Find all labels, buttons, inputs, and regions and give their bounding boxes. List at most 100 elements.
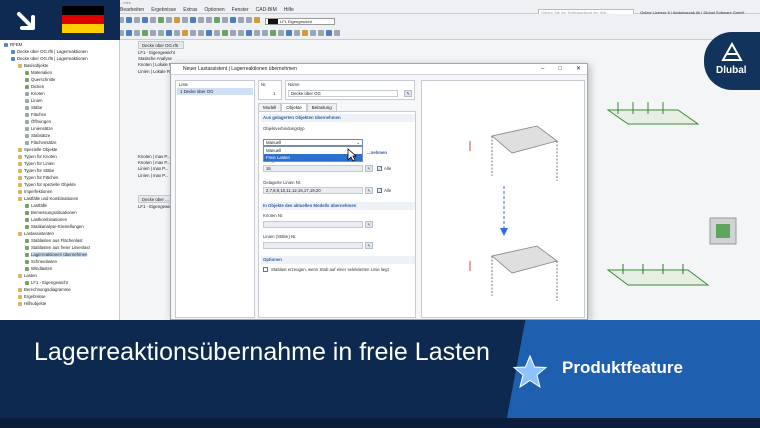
menu-extras[interactable]: Extras <box>183 7 197 13</box>
navigator-item[interactable]: Basisobjekte <box>18 63 48 68</box>
toolbar-button[interactable] <box>126 30 132 36</box>
navigator-item[interactable]: Lastkombinationen <box>25 217 67 222</box>
nodes-field[interactable]: 16 <box>263 165 363 172</box>
navigator-item[interactable]: Decke über OG.rf6 | Lagerreaktionen <box>11 56 88 61</box>
toolbar-button[interactable] <box>142 17 148 23</box>
toolbar-button[interactable] <box>174 30 180 36</box>
loadcase-select[interactable]: LF1 Eigengewicht <box>265 18 335 25</box>
navigator-item[interactable]: Spezielle Objekte <box>18 147 57 152</box>
menu-cad-bim[interactable]: CAD-BIM <box>256 7 277 13</box>
navigator-item[interactable]: Statikanalyse-Einstellungen <box>25 224 84 229</box>
toolbar-button[interactable] <box>166 17 172 23</box>
navigator-item[interactable]: Ergebnisse <box>18 294 46 299</box>
navigator-item[interactable]: Typen für Stäbe <box>18 168 54 173</box>
toolbar-button[interactable] <box>294 30 300 36</box>
toolbar-button[interactable] <box>278 30 284 36</box>
all-lines-checkbox[interactable]: ✓ <box>377 188 382 193</box>
toolbar-button[interactable] <box>198 17 204 23</box>
navigator-item[interactable]: Typen für Linien <box>18 161 55 166</box>
navigator-item[interactable]: Lasten <box>18 273 37 278</box>
edit-name-button[interactable]: ✎ <box>404 90 412 97</box>
navigator-item[interactable]: LF1 - Eigengewicht <box>25 280 68 285</box>
navigator-item[interactable]: Stäbe <box>25 105 42 110</box>
toolbar-button[interactable] <box>158 17 164 23</box>
toolbar-button[interactable] <box>126 17 132 23</box>
maximize-icon[interactable]: □ <box>558 64 562 75</box>
navigator-item[interactable]: Hilfsobjekte <box>18 301 46 306</box>
menu-hilfe[interactable]: Hilfe <box>284 7 294 13</box>
toolbar-button[interactable] <box>238 30 244 36</box>
toolbar-button[interactable] <box>246 30 252 36</box>
toolbar-button[interactable] <box>150 17 156 23</box>
toolbar-button[interactable] <box>214 30 220 36</box>
navigator-item[interactable]: Lastfälle und Kombinationen <box>18 196 78 201</box>
toolbar-button[interactable] <box>206 17 212 23</box>
navigator-item[interactable]: Knoten <box>25 91 45 96</box>
navigator-item[interactable]: Berechnungsdiagramme <box>18 287 71 292</box>
navigator-item[interactable]: Bemessungssituationen <box>25 210 77 215</box>
navigator-item[interactable]: Stablasten aus freier Linienlast <box>25 245 90 250</box>
toolbar-button[interactable] <box>166 30 172 36</box>
toolbar-button[interactable] <box>174 17 180 23</box>
toolbar-button[interactable] <box>158 30 164 36</box>
navigator-item[interactable]: Materialien <box>25 70 52 75</box>
toolbar-button[interactable] <box>334 30 340 36</box>
navigator-item[interactable]: Stablasten aus Flächenlast <box>25 238 83 243</box>
lines-field[interactable]: 2,7,8,9,10,11,12,16,17,19,20 <box>263 187 363 194</box>
model-view-3d[interactable] <box>588 50 760 320</box>
tab-objekte[interactable]: Objekte <box>281 103 307 111</box>
navigator-item[interactable]: Flächensätze <box>25 140 57 145</box>
close-icon[interactable]: ✕ <box>576 64 581 75</box>
tab-modell[interactable]: Modell <box>258 103 282 111</box>
target-nodes-field[interactable] <box>263 221 363 228</box>
navigator-item[interactable]: Öffnungen <box>25 119 51 124</box>
list-item[interactable]: 1 Decke über OG <box>177 88 253 95</box>
toolbar-button[interactable] <box>198 30 204 36</box>
navigator-item[interactable]: Lastassistenten <box>18 231 54 236</box>
minimize-icon[interactable]: – <box>541 64 544 75</box>
navigator-item[interactable]: Stabsätze <box>25 133 50 138</box>
toolbar-button[interactable] <box>150 30 156 36</box>
toolbar-button[interactable] <box>246 17 252 23</box>
navigator-item[interactable]: Windlasten <box>25 266 52 271</box>
navigator-item[interactable]: Dicken <box>25 84 44 89</box>
toolbar-button[interactable] <box>286 30 292 36</box>
toolbar-button[interactable] <box>318 30 324 36</box>
navigator-item[interactable]: Flächen <box>25 112 46 117</box>
toolbar-button[interactable] <box>310 30 316 36</box>
pick-target-lines-button[interactable]: ↖ <box>365 242 373 249</box>
name-field[interactable]: Decke über OG <box>288 90 398 97</box>
toolbar-button[interactable] <box>262 30 268 36</box>
pick-lines-button[interactable]: ↖ <box>365 187 373 194</box>
navigator-item[interactable]: Liniensätze <box>25 126 53 131</box>
all-nodes-checkbox[interactable]: ✓ <box>377 166 382 171</box>
menu-optionen[interactable]: Optionen <box>204 7 224 13</box>
toolbar-button[interactable] <box>182 17 188 23</box>
navigator-item[interactable]: Querschnitte <box>25 77 55 82</box>
toolbar-button[interactable] <box>134 30 140 36</box>
menu-fenster[interactable]: Fenster <box>232 7 249 13</box>
navigator-item[interactable]: Lastfälle <box>25 203 47 208</box>
connection-type-dropdown[interactable]: Manuell ⌄ <box>263 139 363 146</box>
toolbar-button[interactable] <box>254 17 260 23</box>
navigator-item[interactable]: Typen für Knoten <box>18 154 57 159</box>
toolbar-button[interactable] <box>190 17 196 23</box>
viewport-top-header[interactable]: Decke über OG.rf6 <box>138 41 184 49</box>
navigator-item[interactable]: Lagerreaktionen übernehmen <box>25 252 88 257</box>
pick-nodes-button[interactable]: ↖ <box>365 165 373 172</box>
toolbar-button[interactable] <box>206 30 212 36</box>
navigator-item[interactable]: Schneelasten <box>25 259 57 264</box>
toolbar-button[interactable] <box>182 30 188 36</box>
toolbar-button[interactable] <box>214 17 220 23</box>
toolbar-button[interactable] <box>142 30 148 36</box>
toolbar-button[interactable] <box>222 30 228 36</box>
toolbar-button[interactable] <box>230 30 236 36</box>
target-lines-field[interactable] <box>263 242 363 249</box>
toolbar-button[interactable] <box>230 17 236 23</box>
menu-bearbeiten[interactable]: Bearbeiten <box>120 7 144 13</box>
toolbar-button[interactable] <box>270 30 276 36</box>
navigator-item[interactable]: Linien <box>25 98 42 103</box>
toolbar-button[interactable] <box>190 30 196 36</box>
tab-belastung[interactable]: Belastung <box>306 103 337 111</box>
nr-value[interactable]: 1 <box>273 91 275 96</box>
